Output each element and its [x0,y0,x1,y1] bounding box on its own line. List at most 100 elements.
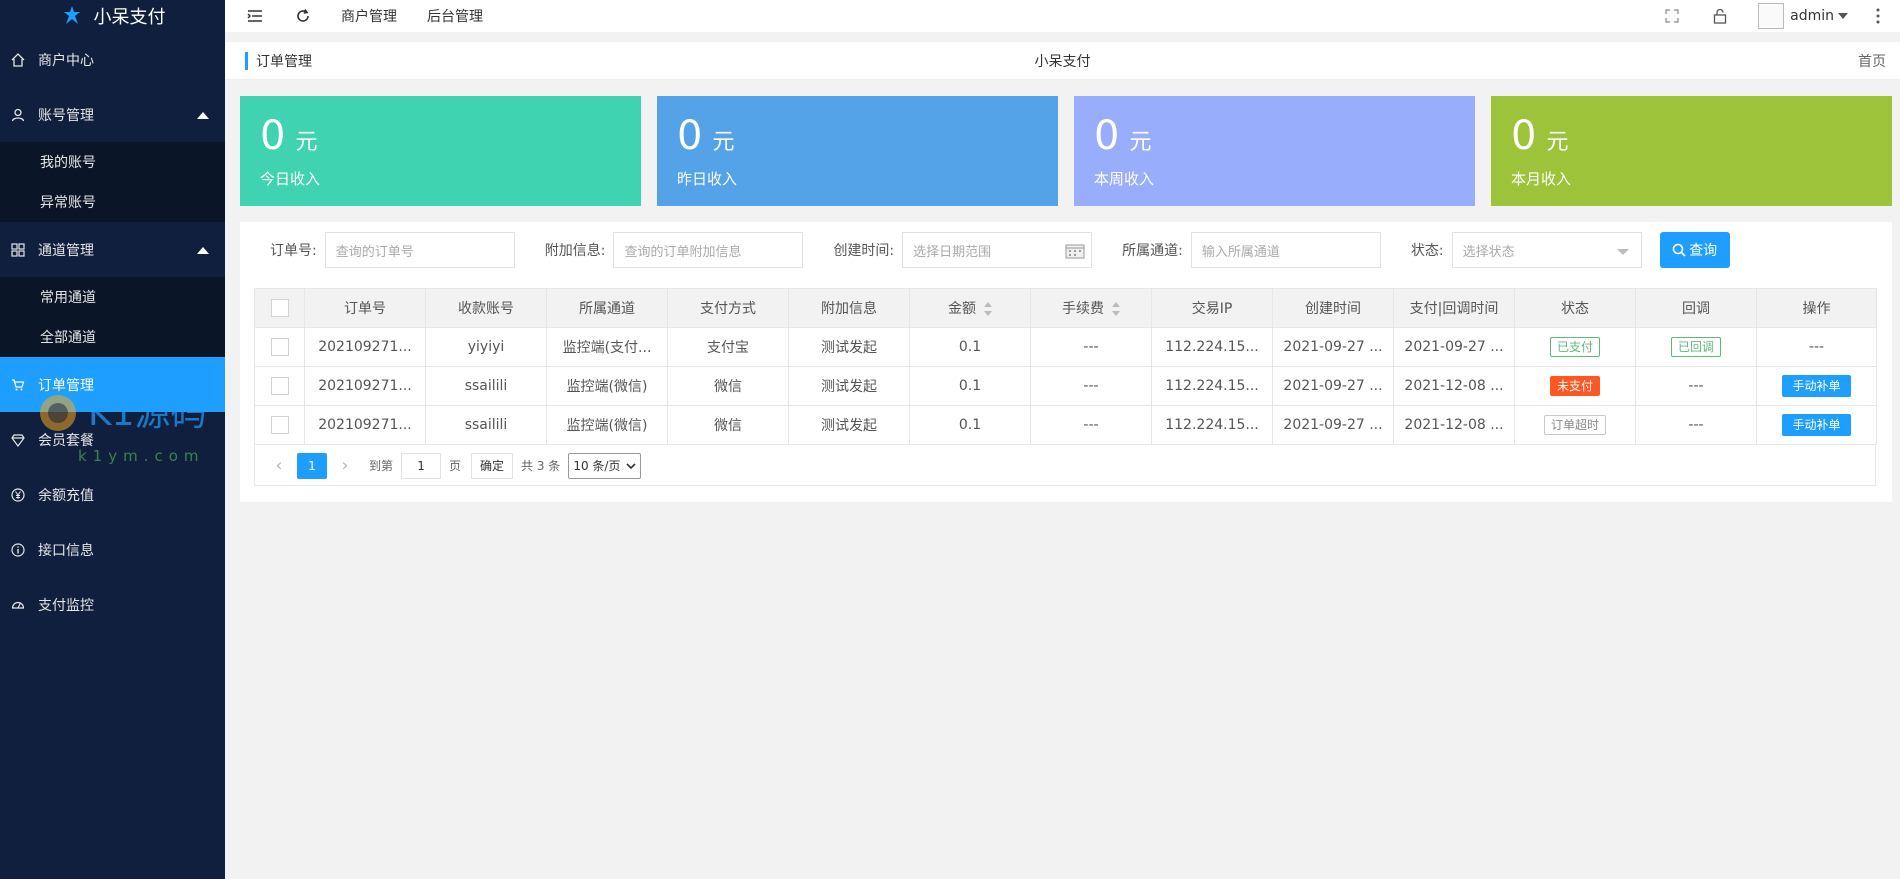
sidebar-item-common-channel[interactable]: 常用通道 [0,277,225,317]
goto-confirm-button[interactable]: 确定 [471,452,514,479]
cell-order-no: 202109271... [304,327,426,367]
next-page-icon[interactable]: › [335,455,355,476]
yen-icon [10,487,26,503]
avatar[interactable] [1758,3,1785,29]
sidebar-item-label: 接口信息 [38,542,94,559]
stat-value: 0 [1511,113,1537,159]
sidebar-item-merchant-center[interactable]: 商户中心 [0,32,225,87]
nav-merchant-management[interactable]: 商户管理 [341,6,397,26]
more-vertical-icon[interactable] [1868,6,1888,26]
sidebar-item-member-package[interactable]: 会员套餐 [0,412,225,467]
user-menu[interactable]: admin [1790,8,1848,24]
row-checkbox[interactable] [270,338,289,356]
total-count: 共 3 条 [521,459,561,473]
page-size-select[interactable]: 10 条/页 [568,452,642,479]
col-callback: 回调 [1635,288,1757,328]
col-status: 状态 [1514,288,1636,328]
table-header-row: 订单号 收款账号 所属通道 支付方式 附加信息 金额 手续费 交易IP 创建时间… [254,288,1877,328]
stat-cards: 0元 今日收入 0元 昨日收入 0元 本周收入 0元 本月收入 [240,96,1892,206]
col-created: 创建时间 [1272,288,1394,328]
sidebar-item-order-management[interactable]: 订单管理 [0,357,225,412]
cell-created: 2021-09-27 ... [1272,327,1394,367]
manual-supplement-button[interactable]: 手动补单 [1782,414,1851,436]
cell-account: ssailili [425,405,547,445]
col-ip: 交易IP [1151,288,1273,328]
cell-channel: 监控端(支付... [546,327,668,367]
sidebar-item-api-info[interactable]: 接口信息 [0,522,225,577]
sidebar-item-label: 会员套餐 [38,432,94,449]
page-number-current[interactable]: 1 [297,452,327,479]
fullscreen-icon[interactable] [1662,6,1682,26]
order-no-input[interactable]: 查询的订单号 [324,232,515,268]
home-icon [10,52,26,68]
sort-icon[interactable] [1112,302,1120,316]
sidebar-item-abnormal-account[interactable]: 异常账号 [0,182,225,222]
dropdown-arrow-icon [1838,13,1848,19]
col-fee-label: 手续费 [1062,301,1104,317]
row-checkbox[interactable] [270,416,289,434]
sidebar-item-my-account[interactable]: 我的账号 [0,142,225,182]
row-checkbox[interactable] [270,377,289,395]
cell-ip: 112.224.15... [1151,405,1273,445]
cell-order-no: 202109271... [304,405,426,445]
calendar-icon[interactable] [1065,243,1085,259]
cell-extra: 测试发起 [788,366,910,406]
sidebar-item-balance-recharge[interactable]: 余额充值 [0,467,225,522]
menu-toggle-icon[interactable] [245,6,265,26]
status-select[interactable]: 选择状态 [1451,232,1642,268]
cell-amount: 0.1 [909,366,1031,406]
sidebar-item-account-management[interactable]: 账号管理 [0,87,225,142]
sort-icon[interactable] [984,302,992,316]
manual-supplement-button[interactable]: 手动补单 [1782,375,1851,397]
chevron-down-icon [626,462,637,469]
status-badge: 订单超时 [1543,415,1606,435]
prev-page-icon[interactable]: ‹ [269,455,289,476]
select-all-checkbox[interactable] [270,299,289,317]
pagination: ‹ 1 › 到第 1 页 确定 共 3 条 10 条/页 [254,446,1876,486]
order-no-placeholder: 查询的订单号 [335,244,414,260]
cell-fee: --- [1030,405,1152,445]
collapse-arrow-icon[interactable] [197,111,209,119]
extra-input[interactable]: 查询的订单附加信息 [613,232,804,268]
channel-input[interactable]: 输入所属通道 [1190,232,1381,268]
goto-page-input[interactable]: 1 [401,452,442,479]
goto-label: 到第 [369,459,394,473]
select-all-cell [254,288,305,328]
stat-unit: 元 [1129,130,1152,155]
cell-created: 2021-09-27 ... [1272,366,1394,406]
cell-ip: 112.224.15... [1151,327,1273,367]
cell-action: 手动补单 [1756,366,1877,406]
col-fee[interactable]: 手续费 [1030,288,1152,328]
col-amount[interactable]: 金额 [909,288,1031,328]
sidebar-item-label: 账号管理 [38,107,94,124]
extra-label: 附加信息: [544,243,606,259]
brand[interactable]: 小呆支付 [0,0,225,32]
collapse-arrow-icon[interactable] [197,246,209,254]
sidebar: 小呆支付 商户中心 账号管理 我的账号 异常账号 通道管理 常用通道 全部通道 … [0,0,225,879]
sidebar-item-all-channel[interactable]: 全部通道 [0,317,225,357]
col-order-no: 订单号 [304,288,426,328]
breadcrumb-current[interactable]: 订单管理 [256,51,312,71]
query-button[interactable]: 查询 [1659,232,1730,268]
lock-icon[interactable] [1710,6,1730,26]
cell-amount: 0.1 [909,327,1031,367]
date-range-input[interactable]: 选择日期范围 [902,232,1093,268]
page-title: 小呆支付 [1034,53,1091,70]
sidebar-item-payment-monitor[interactable]: 支付监控 [0,577,225,632]
topbar-right: admin [1662,3,1900,29]
cell-method: 微信 [667,366,789,406]
cell-channel: 监控端(微信) [546,405,668,445]
sidebar-item-label: 余额充值 [38,487,94,504]
extra-placeholder: 查询的订单附加信息 [624,244,742,260]
breadcrumb-home[interactable]: 首页 [1858,51,1886,71]
cell-extra: 测试发起 [788,327,910,367]
refresh-icon[interactable] [293,6,313,26]
nav-admin-management[interactable]: 后台管理 [427,6,483,26]
table-row: 202109271... ssailili 监控端(微信) 微信 测试发起 0.… [254,405,1877,445]
stat-card-week: 0元 本周收入 [1074,96,1475,206]
stat-label: 今日收入 [260,170,321,188]
col-extra: 附加信息 [788,288,910,328]
stat-card-month: 0元 本月收入 [1491,96,1892,206]
channel-label: 所属通道: [1122,243,1183,259]
sidebar-item-channel-management[interactable]: 通道管理 [0,222,225,277]
